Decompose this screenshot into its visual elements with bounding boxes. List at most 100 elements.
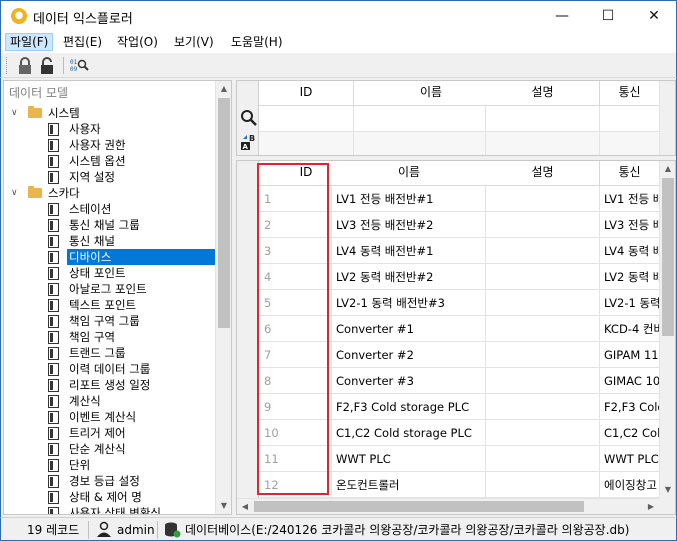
filter-input-name[interactable] (354, 106, 486, 132)
grid-cell-id[interactable]: 6 (259, 316, 332, 342)
scroll-up-icon[interactable]: ▲ (216, 81, 231, 97)
filter-input-id[interactable] (259, 106, 354, 132)
table-icon (48, 427, 59, 440)
database-icon (165, 522, 181, 538)
filter-input-desc[interactable] (486, 106, 600, 132)
grid-cell-name[interactable]: F2,F3 Cold storage PLC (332, 394, 486, 420)
grid-cell-comm[interactable]: 에이징창고 (600, 472, 660, 498)
grid-cell-desc[interactable] (486, 316, 600, 342)
lock-icon[interactable] (15, 56, 35, 76)
grid-cell-comm[interactable]: F2,F3 Cold (600, 394, 660, 420)
grid-cell-name[interactable]: LV4 동력 배전반#1 (332, 238, 486, 264)
grid-cell-name[interactable]: WWT PLC (332, 446, 486, 472)
search-icon[interactable] (240, 109, 257, 126)
unlock-icon[interactable] (37, 56, 57, 76)
data-model-tree[interactable]: 데이터 모델 ∨ 시스템 사용자 사용자 권한 시스템 옵션 지역 설정 ∨ 스… (3, 80, 232, 515)
grid-cell-id[interactable]: 10 (259, 420, 332, 446)
grid-cell-id[interactable]: 2 (259, 212, 332, 238)
grid-cell-name[interactable]: LV2-1 동력 배전반#3 (332, 290, 486, 316)
grid-cell-desc[interactable] (486, 238, 600, 264)
menu-operation[interactable]: 작업(O) (113, 33, 162, 51)
grid-cell-comm[interactable]: GIMAC 10 (600, 368, 660, 394)
grid-cell-desc[interactable] (486, 394, 600, 420)
menu-help[interactable]: 도움말(H) (227, 33, 287, 51)
grid-col-name[interactable]: 이름 (332, 161, 487, 186)
maximize-button[interactable]: ☐ (585, 1, 631, 31)
sort-input-id[interactable] (259, 132, 354, 155)
grid-cell-id[interactable]: 1 (259, 186, 332, 212)
grid-cell-comm[interactable]: WWT PLC (600, 446, 660, 472)
grid-cell-id[interactable]: 7 (259, 342, 332, 368)
binary-search-icon[interactable]: 01 09 (69, 56, 89, 76)
scroll-down-icon[interactable]: ▼ (216, 498, 231, 514)
grid-cell-comm[interactable]: LV1 전등 배 (600, 186, 660, 212)
sort-ab-icon[interactable]: BA (240, 133, 258, 151)
menu-edit[interactable]: 편집(E) (59, 33, 106, 51)
table-icon (48, 203, 59, 216)
menu-view[interactable]: 보기(V) (170, 33, 218, 51)
filter-col-id[interactable]: ID (259, 81, 354, 106)
grid-cell-desc[interactable] (486, 472, 600, 498)
scroll-up-icon[interactable]: ▲ (660, 161, 675, 177)
grid-scroll-thumb[interactable] (662, 178, 674, 336)
grid-cell-desc[interactable] (486, 446, 600, 472)
sort-input-comm[interactable] (600, 132, 660, 155)
filter-input-comm[interactable] (600, 106, 660, 132)
scroll-down-icon[interactable]: ▼ (660, 482, 675, 498)
grid-cell-id[interactable]: 12 (259, 472, 332, 498)
grid-cell-comm[interactable]: C1,C2 Cold (600, 420, 660, 446)
chevron-down-icon[interactable]: ∨ (11, 105, 21, 121)
toolbar-grip (6, 57, 9, 74)
grid-vertical-scrollbar[interactable]: ▲ ▼ (659, 161, 675, 498)
grid-cell-name[interactable]: LV3 전등 배전반#2 (332, 212, 486, 238)
grid-cell-desc[interactable] (486, 290, 600, 316)
grid-cell-comm[interactable]: LV3 전등 배 (600, 212, 660, 238)
grid-cell-desc[interactable] (486, 264, 600, 290)
grid-cell-id[interactable]: 11 (259, 446, 332, 472)
grid-cell-comm[interactable]: LV2-1 동력 (600, 290, 660, 316)
tree-vertical-scrollbar[interactable]: ▲ ▼ (215, 81, 231, 514)
tree-item-label: 책임 구역 그룹 (69, 314, 140, 328)
scroll-left-icon[interactable]: ◀ (237, 499, 253, 514)
grid-hscroll-thumb[interactable] (254, 501, 584, 512)
table-icon (48, 139, 59, 152)
grid-col-comm[interactable]: 통신 (600, 161, 660, 186)
grid-cell-comm[interactable]: LV4 동력 배 (600, 238, 660, 264)
grid-cell-comm[interactable]: KCD-4 컨버 (600, 316, 660, 342)
grid-cell-name[interactable]: Converter #2 (332, 342, 486, 368)
grid-cell-desc[interactable] (486, 342, 600, 368)
grid-cell-id[interactable]: 8 (259, 368, 332, 394)
tree-scroll-thumb[interactable] (218, 98, 230, 328)
grid-cell-desc[interactable] (486, 212, 600, 238)
sort-input-name[interactable] (354, 132, 486, 155)
grid-cell-id[interactable]: 4 (259, 264, 332, 290)
filter-col-comm[interactable]: 통신 (600, 81, 660, 106)
grid-cell-name[interactable]: LV1 전등 배전반#1 (332, 186, 486, 212)
close-button[interactable]: ✕ (631, 1, 677, 31)
data-grid[interactable]: ID 이름 설명 통신 1 LV1 전등 배전반#1 LV1 전등 배 2 LV3 전등… (236, 160, 676, 515)
grid-horizontal-scrollbar[interactable]: ◀ ▶ (237, 498, 659, 514)
table-icon (48, 363, 59, 376)
grid-cell-name[interactable]: C1,C2 Cold storage PLC (332, 420, 486, 446)
filter-vertical-scrollbar[interactable] (659, 81, 675, 155)
grid-cell-name[interactable]: LV2 동력 배전반#2 (332, 264, 486, 290)
minimize-button[interactable]: — (539, 1, 585, 31)
grid-cell-name[interactable]: Converter #1 (332, 316, 486, 342)
grid-cell-desc[interactable] (486, 368, 600, 394)
grid-cell-desc[interactable] (486, 186, 600, 212)
grid-cell-id[interactable]: 3 (259, 238, 332, 264)
grid-cell-comm[interactable]: LV2 동력 배 (600, 264, 660, 290)
scroll-right-icon[interactable]: ▶ (643, 499, 659, 514)
grid-col-desc[interactable]: 설명 (486, 161, 600, 186)
grid-cell-id[interactable]: 9 (259, 394, 332, 420)
chevron-down-icon[interactable]: ∨ (11, 185, 21, 201)
grid-cell-name[interactable]: 온도컨트롤러 (332, 472, 486, 498)
grid-cell-comm[interactable]: GIPAM 11 (600, 342, 660, 368)
menu-file[interactable]: 파일(F) (5, 33, 54, 51)
grid-cell-id[interactable]: 5 (259, 290, 332, 316)
sort-input-desc[interactable] (486, 132, 600, 155)
filter-col-desc[interactable]: 설명 (486, 81, 600, 106)
database-path: 데이터베이스(E:/240126 코카콜라 의왕공장/코카콜라 의왕공장/코카콜… (185, 523, 630, 537)
grid-cell-desc[interactable] (486, 420, 600, 446)
grid-cell-name[interactable]: Converter #3 (332, 368, 486, 394)
